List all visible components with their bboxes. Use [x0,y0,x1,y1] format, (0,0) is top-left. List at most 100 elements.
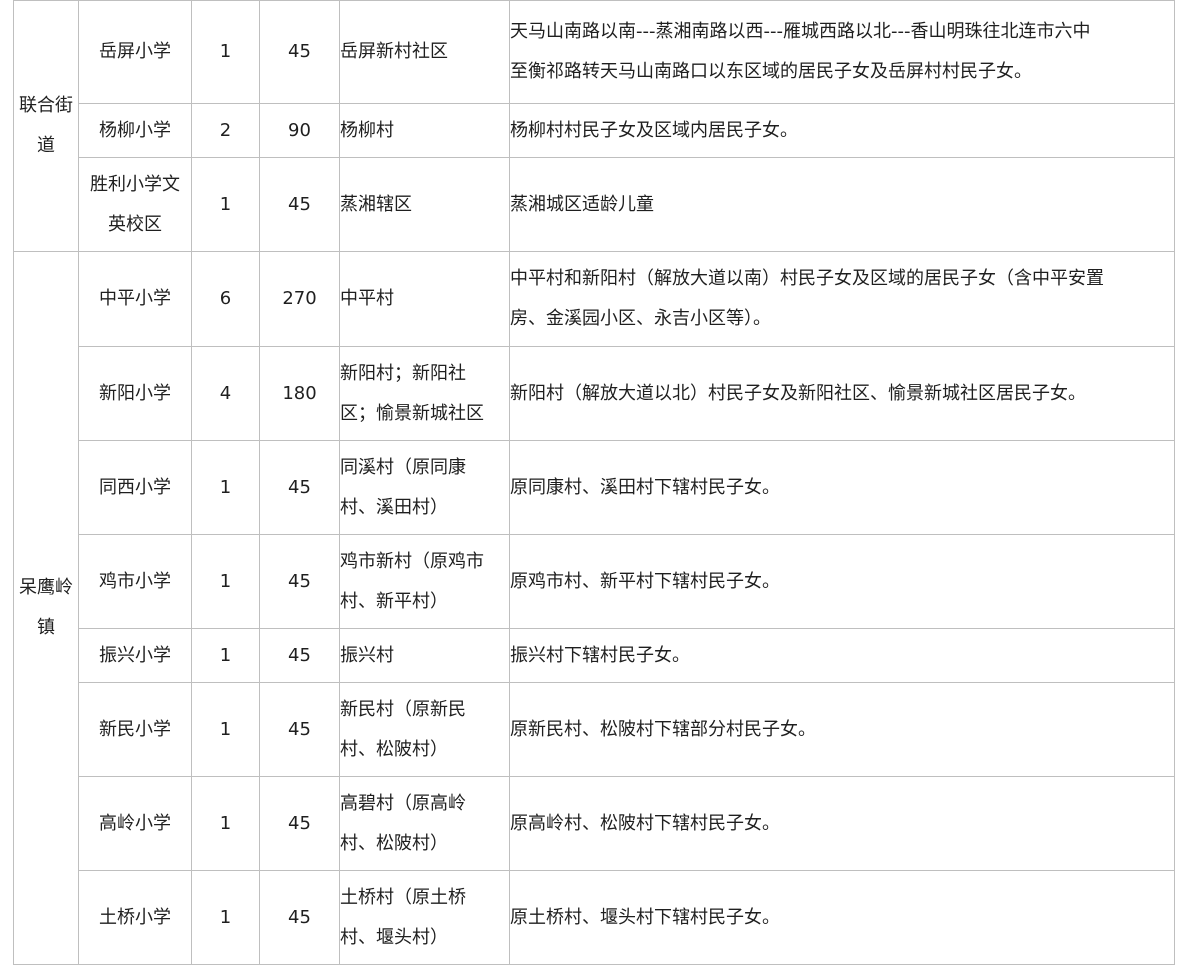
area-text: 高碧村（原高岭 [340,792,467,814]
description-line: 原土桥村、堰头村下辖村民子女。 [510,906,781,928]
district-line: 道 [37,135,55,156]
description-line: 蒸湘城区适龄儿童 [510,193,655,215]
school-cell: 中平小学 [78,251,192,347]
school-cell: 杨柳小学 [78,103,192,158]
area-text: 土桥村（原土桥 [340,886,467,908]
enrollment-cell: 45 [259,0,340,104]
classes-cell: 1 [191,534,260,629]
enrollment-cell: 90 [259,103,340,158]
district-line: 联合街 [19,95,73,116]
area-text: 村、堰头村） [340,926,449,948]
area-text: 同溪村（原同康 [340,456,467,478]
description-cell: 原同康村、溪田村下辖村民子女。 [509,440,1175,535]
table-row: 新民小学 1 45 新民村（原新民 村、松陂村） 原新民村、松陂村下辖部分村民子… [14,682,1175,777]
description-cell: 原鸡市村、新平村下辖村民子女。 [509,534,1175,629]
enrollment-cell: 270 [259,251,340,347]
table-row: 呆鹰岭 镇 中平小学 6 270 中平村 中平村和新阳村（解放大道以南）村民子女… [13,251,1175,965]
area-cell: 高碧村（原高岭 村、松陂村） [339,776,510,871]
area-text: 村、松陂村） [340,738,449,760]
enrollment-cell: 180 [259,346,340,441]
description-line: 新阳村（解放大道以北）村民子女及新阳社区、愉景新城社区居民子女。 [510,382,1087,404]
school-cell: 同西小学 [78,440,192,535]
area-cell: 新民村（原新民 村、松陂村） [339,682,510,777]
description-line: 房、金溪园小区、永吉小区等）。 [510,308,772,329]
description-cell: 原土桥村、堰头村下辖村民子女。 [509,870,1175,965]
area-text: 村、新平村） [340,590,449,612]
district-line: 呆鹰岭 [19,577,73,598]
description-cell: 蒸湘城区适龄儿童 [509,157,1175,252]
table-row: 胜利小学文 英校区 1 45 蒸湘辖区 蒸湘城区适龄儿童 [14,157,1175,252]
district-cell: 呆鹰岭 镇 [13,251,79,965]
school-cell: 高岭小学 [78,776,192,871]
description-cell: 原高岭村、松陂村下辖村民子女。 [509,776,1175,871]
area-text: 村、松陂村） [340,832,449,854]
school-cell: 岳屏小学 [78,0,192,104]
description-line: 原同康村、溪田村下辖村民子女。 [510,476,781,498]
school-name: 新民小学 [99,718,171,740]
school-name: 鸡市小学 [99,570,171,592]
school-name: 高岭小学 [99,812,171,834]
school-name: 英校区 [108,213,162,235]
area-cell: 振兴村 [339,628,510,683]
school-name: 振兴小学 [99,644,171,666]
school-name: 同西小学 [99,476,171,498]
description-cell: 原新民村、松陂村下辖部分村民子女。 [509,682,1175,777]
classes-cell: 6 [191,251,260,347]
area-text: 鸡市新村（原鸡市 [340,550,485,572]
area-text: 蒸湘辖区 [340,193,413,215]
school-name: 胜利小学文 [90,173,180,195]
table-row: 同西小学 1 45 同溪村（原同康 村、溪田村） 原同康村、溪田村下辖村民子女。 [14,440,1175,535]
school-cell: 胜利小学文 英校区 [78,157,192,252]
school-name: 土桥小学 [99,906,171,928]
school-name: 岳屏小学 [99,41,171,62]
enrollment-cell: 45 [259,628,340,683]
table-row: 新阳小学 4 180 新阳村；新阳社 区；愉景新城社区 新阳村（解放大道以北）村… [14,346,1175,441]
area-text: 中平村 [340,288,395,309]
area-text: 杨柳村 [340,119,395,141]
description-line: 原新民村、松陂村下辖部分村民子女。 [510,718,817,740]
table-row: 振兴小学 1 45 振兴村 振兴村下辖村民子女。 [14,628,1175,683]
area-cell: 同溪村（原同康 村、溪田村） [339,440,510,535]
description-line: 原鸡市村、新平村下辖村民子女。 [510,570,781,592]
classes-cell: 2 [191,103,260,158]
description-cell: 新阳村（解放大道以北）村民子女及新阳社区、愉景新城社区居民子女。 [509,346,1175,441]
description-cell: 中平村和新阳村（解放大道以南）村民子女及区域的居民子女（含中平安置 房、金溪园小… [509,251,1175,347]
description-line: 杨柳村村民子女及区域内居民子女。 [510,119,799,141]
enrollment-cell: 45 [259,870,340,965]
school-cell: 新阳小学 [78,346,192,441]
area-text: 新阳村；新阳社 [340,362,467,384]
enrollment-cell: 45 [259,776,340,871]
area-text: 岳屏新村社区 [340,41,449,62]
school-name: 中平小学 [99,288,171,309]
table-row: 土桥小学 1 45 土桥村（原土桥 村、堰头村） 原土桥村、堰头村下辖村民子女。 [14,870,1175,965]
area-cell: 新阳村；新阳社 区；愉景新城社区 [339,346,510,441]
classes-cell: 1 [191,440,260,535]
area-cell: 中平村 [339,251,510,347]
description-line: 原高岭村、松陂村下辖村民子女。 [510,812,781,834]
enrollment-cell: 45 [259,157,340,252]
school-cell: 新民小学 [78,682,192,777]
area-cell: 土桥村（原土桥 村、堰头村） [339,870,510,965]
description-line: 振兴村下辖村民子女。 [510,644,691,666]
enrollment-cell: 45 [259,682,340,777]
classes-cell: 1 [191,776,260,871]
area-text: 区；愉景新城社区 [340,402,485,424]
area-cell: 蒸湘辖区 [339,157,510,252]
classes-cell: 1 [191,628,260,683]
description-line: 至衡祁路转天马山南路口以东区域的居民子女及岳屏村村民子女。 [510,61,1033,82]
school-enrollment-table: 联合街 道 岳屏小学 1 45 岳屏新村社区 天马山南路以南---蒸湘南路以西-… [13,0,1175,965]
enrollment-cell: 45 [259,534,340,629]
school-cell: 振兴小学 [78,628,192,683]
description-cell: 杨柳村村民子女及区域内居民子女。 [509,103,1175,158]
description-cell: 天马山南路以南---蒸湘南路以西---雁城西路以北---香山明珠往北连市六中 至… [509,0,1175,104]
school-name: 新阳小学 [99,382,171,404]
school-cell: 鸡市小学 [78,534,192,629]
area-text: 村、溪田村） [340,496,449,518]
classes-cell: 1 [191,682,260,777]
classes-cell: 1 [191,0,260,104]
table-row: 杨柳小学 2 90 杨柳村 杨柳村村民子女及区域内居民子女。 [14,103,1175,158]
classes-cell: 1 [191,157,260,252]
classes-cell: 1 [191,870,260,965]
area-text: 振兴村 [340,644,395,666]
description-cell: 振兴村下辖村民子女。 [509,628,1175,683]
